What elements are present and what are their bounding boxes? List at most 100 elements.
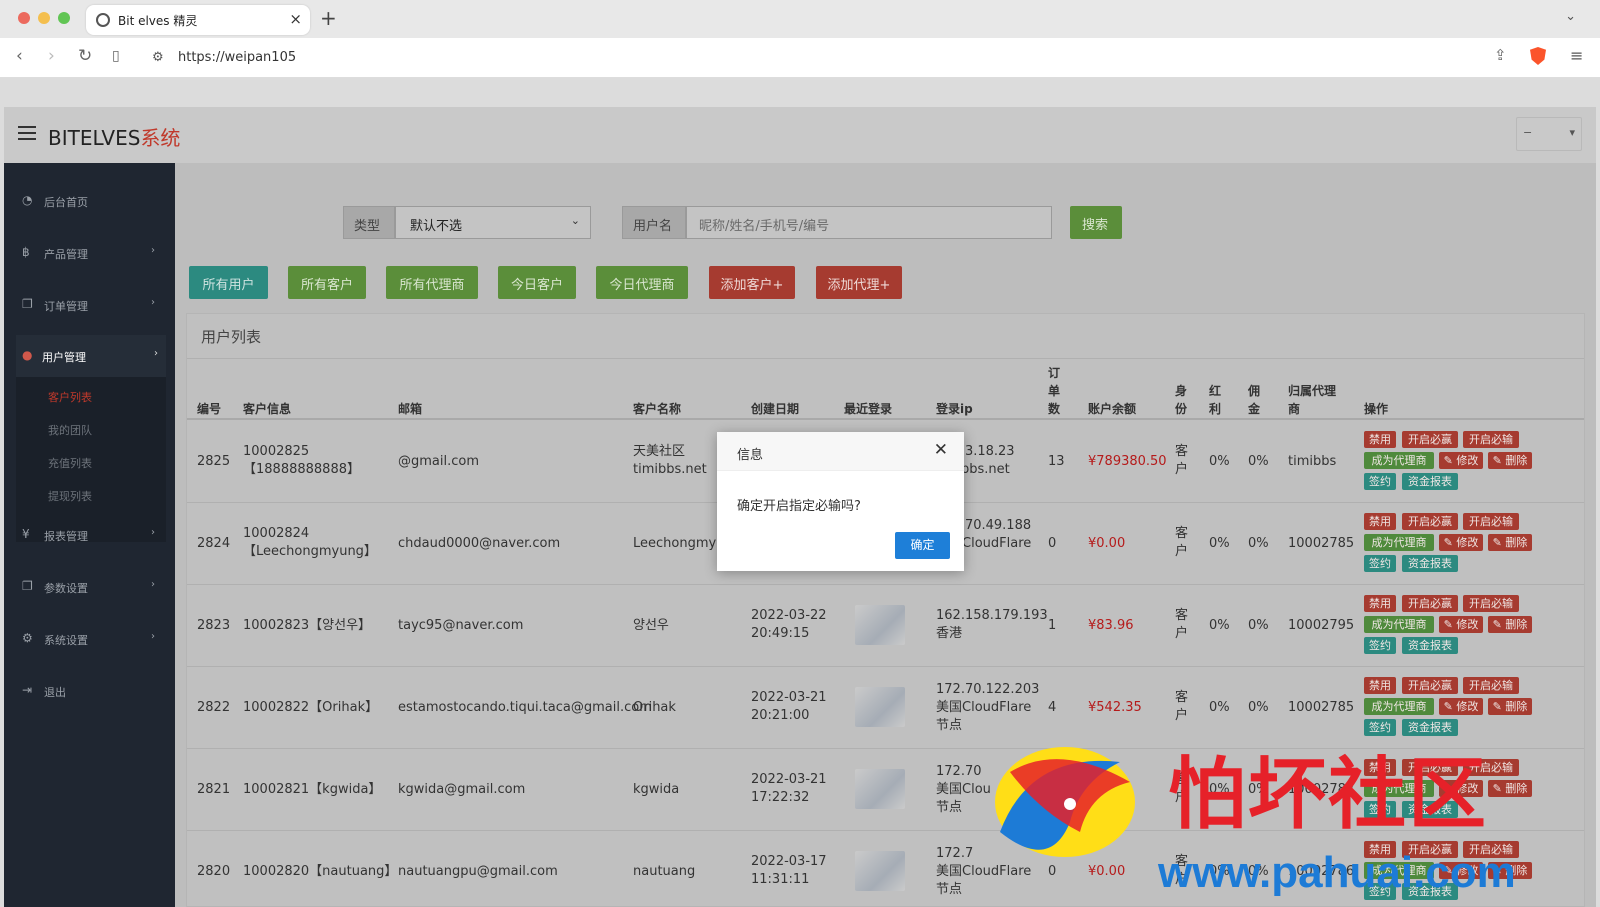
enable-must-lose-button[interactable]: 开启必输 — [1463, 513, 1519, 530]
cell-balance: ¥0.00 — [1088, 536, 1126, 551]
delete-button[interactable]: ✎ 删除 — [1488, 698, 1532, 715]
cell-name: kgwida — [633, 782, 680, 797]
cell-id: 2824 — [197, 536, 231, 551]
sidebar-subitem-recharge-list[interactable]: 充值列表 — [48, 455, 92, 471]
maximize-window-button[interactable] — [58, 12, 70, 24]
enable-must-win-button[interactable]: 开启必赢 — [1402, 431, 1458, 448]
sign-button[interactable]: 签约 — [1364, 473, 1396, 490]
address-bar[interactable]: ⚙ https://weipan105 — [140, 44, 1530, 73]
search-button[interactable]: 搜索 — [1070, 206, 1122, 239]
cell-id: 2820 — [197, 864, 231, 879]
today-agents-button[interactable]: 今日代理商 — [596, 266, 688, 299]
sidebar-item-params[interactable]: ❐ 参数设置 › — [4, 571, 175, 601]
cell-date: 17:22:32 — [751, 790, 810, 805]
delete-button[interactable]: ✎ 删除 — [1488, 452, 1532, 469]
delete-button[interactable]: ✎ 删除 — [1488, 616, 1532, 633]
cell-info: 10002825 — [243, 444, 310, 459]
become-agent-button[interactable]: 成为代理商 — [1364, 616, 1434, 633]
bitcoin-icon: ฿ — [22, 245, 30, 259]
enable-must-win-button[interactable]: 开启必赢 — [1402, 513, 1458, 530]
chevron-right-icon: › — [154, 348, 158, 359]
disable-button[interactable]: 禁用 — [1364, 677, 1396, 694]
edit-button[interactable]: ✎ 修改 — [1439, 616, 1483, 633]
become-agent-button[interactable]: 成为代理商 — [1364, 534, 1434, 551]
fund-report-button[interactable]: 资金报表 — [1402, 473, 1458, 490]
cell-orders: 4 — [1048, 700, 1057, 715]
chevron-right-icon: › — [151, 579, 155, 590]
cell-name: 天美社区 — [633, 444, 686, 459]
back-icon[interactable]: ‹ — [16, 46, 23, 66]
sidebar-item-orders[interactable]: ❐ 订单管理 › — [4, 289, 175, 319]
browser-tab[interactable]: Bit elves 精灵 × — [86, 5, 310, 35]
sign-button[interactable]: 签约 — [1364, 637, 1396, 654]
disable-button[interactable]: 禁用 — [1364, 513, 1396, 530]
enable-must-lose-button[interactable]: 开启必输 — [1463, 431, 1519, 448]
col-header-name: 客户名称 — [633, 402, 682, 416]
hamburger-menu-icon[interactable] — [18, 126, 36, 142]
cell-name: Leechongmy — [633, 536, 717, 551]
all-agents-button[interactable]: 所有代理商 — [386, 266, 478, 299]
sidebar-subitem-customer-list[interactable]: 客户列表 — [48, 389, 92, 405]
edit-button[interactable]: ✎ 修改 — [1439, 452, 1483, 469]
cell-agent: 10002785 — [1288, 700, 1355, 715]
sidebar-item-dashboard[interactable]: ◔ 后台首页 — [4, 185, 175, 215]
username-search-input[interactable]: 昵称/姓名/手机号/编号 — [686, 206, 1052, 239]
sidebar-item-products[interactable]: ฿ 产品管理 › — [4, 237, 175, 267]
share-icon[interactable]: ⇪ — [1494, 46, 1507, 64]
disable-button[interactable]: 禁用 — [1364, 595, 1396, 612]
watermark-url: www.pahuai.com — [1158, 848, 1516, 897]
dialog-title: 信息 — [737, 448, 764, 463]
cell-info: 10002820【nautuang】 — [243, 864, 398, 879]
disable-button[interactable]: 禁用 — [1364, 431, 1396, 448]
table-row: 2823 10002823【양선우】 tayc95@naver.com 양선우 2022… — [187, 585, 1584, 667]
confirm-button[interactable]: 确定 — [895, 532, 950, 559]
sidebar-subitem-my-team[interactable]: 我的团队 — [48, 422, 92, 438]
add-agent-button[interactable]: 添加代理+ — [816, 266, 902, 299]
bookmark-icon[interactable]: ▯ — [112, 48, 120, 64]
sidebar-item-logout[interactable]: ⇥ 退出 — [4, 675, 175, 705]
type-filter-select[interactable]: 默认不选 ⌄ — [395, 206, 591, 239]
site-settings-icon[interactable]: ⚙ — [152, 50, 164, 65]
delete-button[interactable]: ✎ 删除 — [1488, 534, 1532, 551]
cell-ip: 172.7 — [936, 846, 974, 861]
cell-name: nautuang — [633, 864, 696, 879]
cell-date: 2022-03-21 — [751, 772, 827, 787]
cell-agent: 10002795 — [1288, 618, 1355, 633]
header-user-dropdown[interactable]: − ▾ — [1516, 117, 1582, 151]
all-users-button[interactable]: 所有用户 — [189, 266, 268, 299]
cell-commission: 0% — [1248, 536, 1269, 551]
sidebar-item-system[interactable]: ⚙ 系统设置 › — [4, 623, 175, 653]
new-tab-button[interactable]: + — [320, 6, 337, 30]
sidebar-item-users[interactable]: ● 用户管理 › — [16, 335, 166, 377]
enable-must-lose-button[interactable]: 开启必输 — [1463, 677, 1519, 694]
enable-must-lose-button[interactable]: 开启必输 — [1463, 595, 1519, 612]
chevron-down-icon[interactable]: ⌄ — [1565, 9, 1576, 24]
close-tab-icon[interactable]: × — [289, 10, 302, 28]
enable-must-win-button[interactable]: 开启必赢 — [1402, 595, 1458, 612]
sidebar-item-reports[interactable]: ¥ 报表管理 › — [4, 519, 175, 549]
become-agent-button[interactable]: 成为代理商 — [1364, 452, 1434, 469]
cell-ip: 香港 — [936, 626, 963, 641]
become-agent-button[interactable]: 成为代理商 — [1364, 698, 1434, 715]
sidebar-subitem-withdraw-list[interactable]: 提现列表 — [48, 488, 92, 504]
cell-id: 2822 — [197, 700, 231, 715]
minimize-window-button[interactable] — [38, 12, 50, 24]
close-icon[interactable]: ✕ — [934, 440, 948, 460]
sign-button[interactable]: 签约 — [1364, 555, 1396, 572]
today-customers-button[interactable]: 今日客户 — [498, 266, 576, 299]
all-customers-button[interactable]: 所有客户 — [288, 266, 366, 299]
enable-must-win-button[interactable]: 开启必赢 — [1402, 677, 1458, 694]
add-customer-button[interactable]: 添加客户+ — [709, 266, 795, 299]
fund-report-button[interactable]: 资金报表 — [1402, 555, 1458, 572]
edit-button[interactable]: ✎ 修改 — [1439, 534, 1483, 551]
menu-icon[interactable]: ≡ — [1570, 46, 1583, 65]
forward-icon[interactable]: › — [48, 46, 55, 66]
delete-button[interactable]: ✎ 删除 — [1488, 780, 1532, 797]
edit-button[interactable]: ✎ 修改 — [1439, 698, 1483, 715]
close-window-button[interactable] — [18, 12, 30, 24]
reload-icon[interactable]: ↻ — [78, 46, 92, 66]
col-header-info: 客户信息 — [243, 402, 292, 416]
cell-commission: 0% — [1248, 454, 1269, 469]
fund-report-button[interactable]: 资金报表 — [1402, 637, 1458, 654]
brave-shield-icon[interactable] — [1530, 47, 1546, 65]
